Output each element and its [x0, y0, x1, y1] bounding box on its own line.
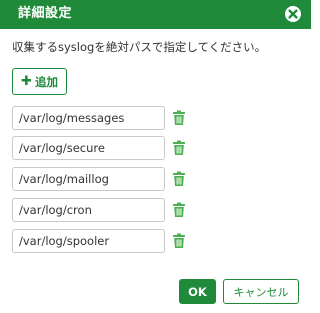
trash-icon[interactable] — [172, 202, 186, 218]
dialog-titlebar: 詳細設定 — [0, 0, 311, 29]
path-input[interactable] — [12, 167, 165, 191]
ok-button[interactable]: OK — [179, 279, 216, 304]
ok-button-label: OK — [188, 284, 207, 299]
add-button-label: 追加 — [34, 74, 58, 89]
trash-icon[interactable] — [172, 140, 186, 156]
path-input[interactable] — [12, 198, 165, 222]
trash-icon[interactable] — [172, 233, 186, 249]
path-input[interactable] — [12, 136, 165, 160]
dialog-title: 詳細設定 — [18, 6, 73, 21]
path-row — [12, 229, 192, 253]
trash-icon[interactable] — [172, 171, 186, 187]
path-input[interactable] — [12, 106, 165, 130]
path-input[interactable] — [12, 229, 165, 253]
plus-icon: ✚ — [21, 74, 32, 89]
settings-dialog: 詳細設定 収集するsyslogを絶対パスで指定してください。 ✚ 追加 /var… — [0, 0, 311, 313]
instruction-text: 収集するsyslogを絶対パスで指定してください。 — [12, 40, 267, 54]
cancel-button-label: キャンセル — [233, 285, 289, 299]
add-button[interactable]: ✚ 追加 — [12, 68, 67, 95]
path-row — [12, 136, 192, 160]
close-icon[interactable] — [283, 4, 303, 24]
trash-icon[interactable] — [172, 110, 186, 126]
path-row — [12, 198, 192, 222]
path-row — [12, 106, 192, 130]
cancel-button[interactable]: キャンセル — [223, 279, 299, 304]
path-row — [12, 167, 192, 191]
